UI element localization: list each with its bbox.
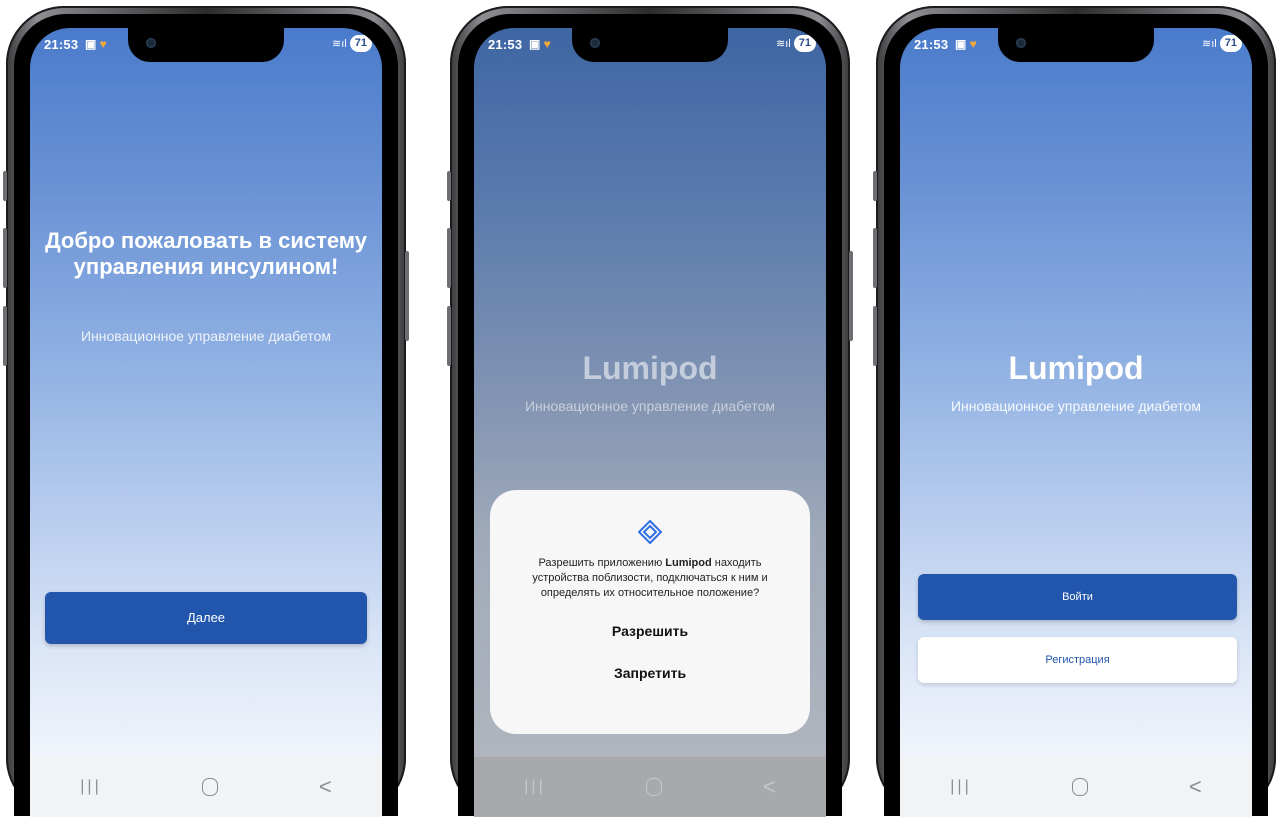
home-icon[interactable] <box>646 778 663 796</box>
brand-subtitle: Инновационное управление диабетом <box>524 398 775 414</box>
status-bar: 21:53 ▣ ♥ ≋ıl 71 <box>900 34 1252 58</box>
home-icon[interactable] <box>202 778 219 796</box>
android-nav-bar: ||| < <box>474 757 826 817</box>
wifi-signal-icon: ≋ıl <box>776 38 791 50</box>
back-icon[interactable]: < <box>1189 776 1202 798</box>
phone-side-button <box>873 171 877 201</box>
back-icon[interactable]: < <box>763 776 776 798</box>
recent-apps-icon[interactable]: ||| <box>950 778 971 796</box>
status-time: 21:53 <box>488 37 523 52</box>
wifi-signal-icon: ≋ıl <box>1202 38 1217 50</box>
status-bar: 21:53 ▣ ♥ ≋ıl 71 <box>474 34 826 58</box>
status-time: 21:53 <box>914 37 949 52</box>
status-bar: 21:53 ▣ ♥ ≋ıl 71 <box>30 34 382 58</box>
status-notification-icons: ▣ ♥ <box>955 37 977 51</box>
allow-button[interactable]: Разрешить <box>490 623 810 639</box>
battery-badge: 71 <box>1219 35 1242 52</box>
phone-side-button <box>447 171 451 201</box>
login-screen: 21:53 ▣ ♥ ≋ıl 71 Lumipod Инновационное у… <box>900 28 1252 817</box>
status-notification-icons: ▣ ♥ <box>85 37 107 51</box>
permission-message: Разрешить приложению Lumipod находить ус… <box>518 556 782 601</box>
heart-icon: ♥ <box>99 37 107 51</box>
permission-screen: 21:53 ▣ ♥ ≋ıl 71 Lumipod Инновационное у… <box>474 28 826 817</box>
home-icon[interactable] <box>1072 778 1089 796</box>
brand-title: Lumipod <box>1008 350 1144 386</box>
next-button[interactable]: Далее <box>45 592 367 644</box>
permission-app-name: Lumipod <box>665 557 712 569</box>
phone-frame-welcome: 21:53 ▣ ♥ ≋ıl 71 Добро пожаловать в сист… <box>3 6 409 817</box>
phone-side-button <box>447 306 451 366</box>
deny-button[interactable]: Запретить <box>490 665 810 681</box>
phone-side-button <box>405 251 409 341</box>
phone-frame-login: 21:53 ▣ ♥ ≋ıl 71 Lumipod Инновационное у… <box>873 6 1276 817</box>
brand-subtitle: Инновационное управление диабетом <box>950 398 1201 414</box>
recent-apps-icon[interactable]: ||| <box>80 778 101 796</box>
phone-side-button <box>447 228 451 288</box>
phone-side-button <box>3 171 7 201</box>
login-button[interactable]: Войти <box>918 574 1237 620</box>
phone-side-button <box>849 251 853 341</box>
permission-message-prefix: Разрешить приложению <box>538 557 666 569</box>
status-right: ≋ıl 71 <box>1202 35 1242 52</box>
welcome-title: Добро пожаловать в систему управления ин… <box>44 228 368 279</box>
recent-apps-icon[interactable]: ||| <box>524 778 545 796</box>
heart-icon: ♥ <box>969 37 977 51</box>
status-right: ≋ıl 71 <box>332 35 372 52</box>
welcome-subtitle: Инновационное управление диабетом <box>80 328 331 344</box>
phone-frame-permission: 21:53 ▣ ♥ ≋ıl 71 Lumipod Инновационное у… <box>447 6 853 817</box>
status-time: 21:53 <box>44 37 79 52</box>
heart-icon: ♥ <box>543 37 551 51</box>
brand-title: Lumipod <box>582 350 718 386</box>
permission-dialog: Разрешить приложению Lumipod находить ус… <box>490 490 810 734</box>
battery-badge: 71 <box>793 35 816 52</box>
welcome-screen: 21:53 ▣ ♥ ≋ıl 71 Добро пожаловать в сист… <box>30 28 382 817</box>
nearby-devices-icon <box>637 519 663 545</box>
android-nav-bar: ||| < <box>30 757 382 817</box>
phone-side-button <box>3 228 7 288</box>
wifi-signal-icon: ≋ıl <box>332 38 347 50</box>
phone-side-button <box>873 228 877 288</box>
status-notification-icons: ▣ ♥ <box>529 37 551 51</box>
phone-side-button <box>3 306 7 366</box>
back-icon[interactable]: < <box>319 776 332 798</box>
battery-badge: 71 <box>349 35 372 52</box>
status-right: ≋ıl 71 <box>776 35 816 52</box>
register-button[interactable]: Регистрация <box>918 637 1237 683</box>
phone-side-button <box>873 306 877 366</box>
android-nav-bar: ||| < <box>900 757 1252 817</box>
